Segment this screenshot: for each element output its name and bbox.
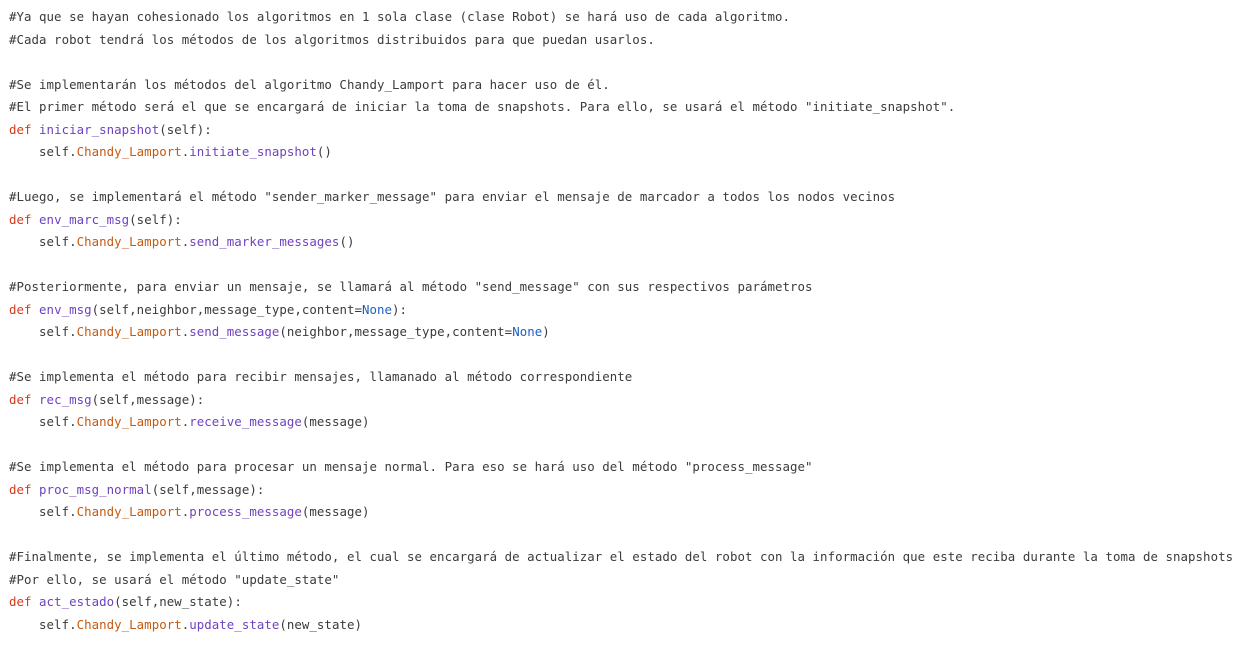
- code-block: #Ya que se hayan cohesionado los algorit…: [9, 6, 1241, 636]
- token-code-text: (self,neighbor,message_type,content=: [91, 301, 362, 317]
- token-function-name: send_message: [189, 324, 280, 339]
- token-keyword: def: [9, 301, 32, 317]
- token-function-name: rec_msg: [39, 391, 92, 407]
- token-code-text: (self,message):: [91, 391, 205, 407]
- code-line: self.Chandy_Lamport.process_message(mess…: [9, 501, 1241, 524]
- token-code-text: (message): [301, 504, 370, 519]
- token-code-text: [32, 392, 40, 407]
- token-comment: #Se implementa el método para procesar u…: [9, 459, 813, 474]
- token-function-name: receive_message: [189, 414, 302, 429]
- code-line: #El primer método será el que se encarga…: [9, 96, 1241, 119]
- code-line: #Se implementa el método para procesar u…: [9, 456, 1241, 479]
- code-line: def act_estado(self,new_state):: [9, 591, 1241, 614]
- token-code-text: self.: [9, 616, 77, 632]
- token-comment: #Cada robot tendrá los métodos de los al…: [9, 31, 655, 47]
- token-code-text: [32, 594, 40, 609]
- token-comment: #Finalmente, se implementa el último mét…: [9, 549, 1234, 564]
- token-code-text: [32, 122, 40, 137]
- token-comment: #El primer método será el que se encarga…: [9, 99, 956, 114]
- code-line: #Se implementarán los métodos del algori…: [9, 74, 1241, 97]
- token-code-text: self.: [9, 234, 77, 249]
- token-code-text: self.: [9, 414, 77, 429]
- token-code-text: (): [339, 234, 355, 249]
- token-code-text: [32, 212, 40, 227]
- token-comment: #Se implementarán los métodos del algori…: [9, 76, 610, 92]
- code-line: def env_marc_msg(self):: [9, 209, 1241, 232]
- code-line: self.Chandy_Lamport.send_message(neighbo…: [9, 321, 1241, 344]
- token-code-text: (self,message):: [151, 481, 265, 497]
- token-attribute: Chandy_Lamport: [76, 504, 182, 519]
- code-line: #Finalmente, se implementa el último mét…: [9, 546, 1241, 569]
- token-keyword: def: [9, 481, 32, 497]
- token-constant: None: [361, 301, 393, 317]
- token-attribute: Chandy_Lamport: [76, 234, 182, 249]
- token-code-text: [32, 482, 40, 497]
- token-attribute: Chandy_Lamport: [76, 324, 182, 339]
- token-attribute: Chandy_Lamport: [76, 414, 182, 429]
- token-comment: #Posteriormente, para enviar un mensaje,…: [9, 279, 813, 294]
- token-function-name: env_marc_msg: [39, 211, 130, 227]
- code-line: self.Chandy_Lamport.receive_message(mess…: [9, 411, 1241, 434]
- token-keyword: def: [9, 211, 32, 227]
- token-function-name: send_marker_messages: [189, 234, 340, 249]
- token-function-name: initiate_snapshot: [189, 144, 317, 159]
- token-keyword: def: [9, 594, 32, 609]
- token-comment: #Luego, se implementará el método "sende…: [9, 189, 896, 204]
- token-code-text: (): [316, 144, 332, 159]
- code-line: #Luego, se implementará el método "sende…: [9, 186, 1241, 209]
- token-code-text: ):: [392, 301, 408, 317]
- code-line: def env_msg(self,neighbor,message_type,c…: [9, 299, 1241, 322]
- token-comment: #Ya que se hayan cohesionado los algorit…: [9, 9, 791, 24]
- token-function-name: act_estado: [39, 594, 115, 609]
- token-code-text: self.: [9, 324, 77, 339]
- token-code-text: self.: [9, 144, 77, 159]
- code-line: #Ya que se hayan cohesionado los algorit…: [9, 6, 1241, 29]
- token-code-text: (self):: [129, 211, 182, 227]
- token-code-text: [32, 302, 40, 317]
- token-function-name: proc_msg_normal: [39, 481, 152, 497]
- token-keyword: def: [9, 121, 32, 137]
- token-function-name: process_message: [189, 504, 302, 519]
- token-code-text: ): [542, 324, 550, 339]
- code-line: def rec_msg(self,message):: [9, 389, 1241, 412]
- token-function-name: update_state: [189, 616, 280, 632]
- token-comment: #Por ello, se usará el método "update_st…: [9, 571, 340, 587]
- code-line: def proc_msg_normal(self,message):: [9, 479, 1241, 502]
- token-constant: None: [512, 324, 543, 339]
- token-function-name: iniciar_snapshot: [39, 121, 160, 137]
- token-code-text: (self,new_state):: [114, 594, 242, 609]
- token-keyword: def: [9, 391, 32, 407]
- code-line: #Por ello, se usará el método "update_st…: [9, 569, 1241, 592]
- code-line: #Se implementa el método para recibir me…: [9, 366, 1241, 389]
- token-comment: #Se implementa el método para recibir me…: [9, 369, 633, 384]
- token-code-text: (message): [301, 414, 370, 429]
- token-attribute: Chandy_Lamport: [76, 616, 182, 632]
- token-code-text: (new_state): [279, 616, 362, 632]
- token-attribute: Chandy_Lamport: [76, 144, 182, 159]
- code-line: self.Chandy_Lamport.initiate_snapshot(): [9, 141, 1241, 164]
- code-line: self.Chandy_Lamport.update_state(new_sta…: [9, 614, 1241, 637]
- code-line: def iniciar_snapshot(self):: [9, 119, 1241, 142]
- code-line: #Cada robot tendrá los métodos de los al…: [9, 29, 1241, 52]
- token-function-name: env_msg: [39, 301, 92, 317]
- code-line: self.Chandy_Lamport.send_marker_messages…: [9, 231, 1241, 254]
- code-line: #Posteriormente, para enviar un mensaje,…: [9, 276, 1241, 299]
- token-code-text: (self):: [159, 121, 212, 137]
- token-code-text: (neighbor,message_type,content=: [279, 324, 513, 339]
- token-code-text: self.: [9, 504, 77, 519]
